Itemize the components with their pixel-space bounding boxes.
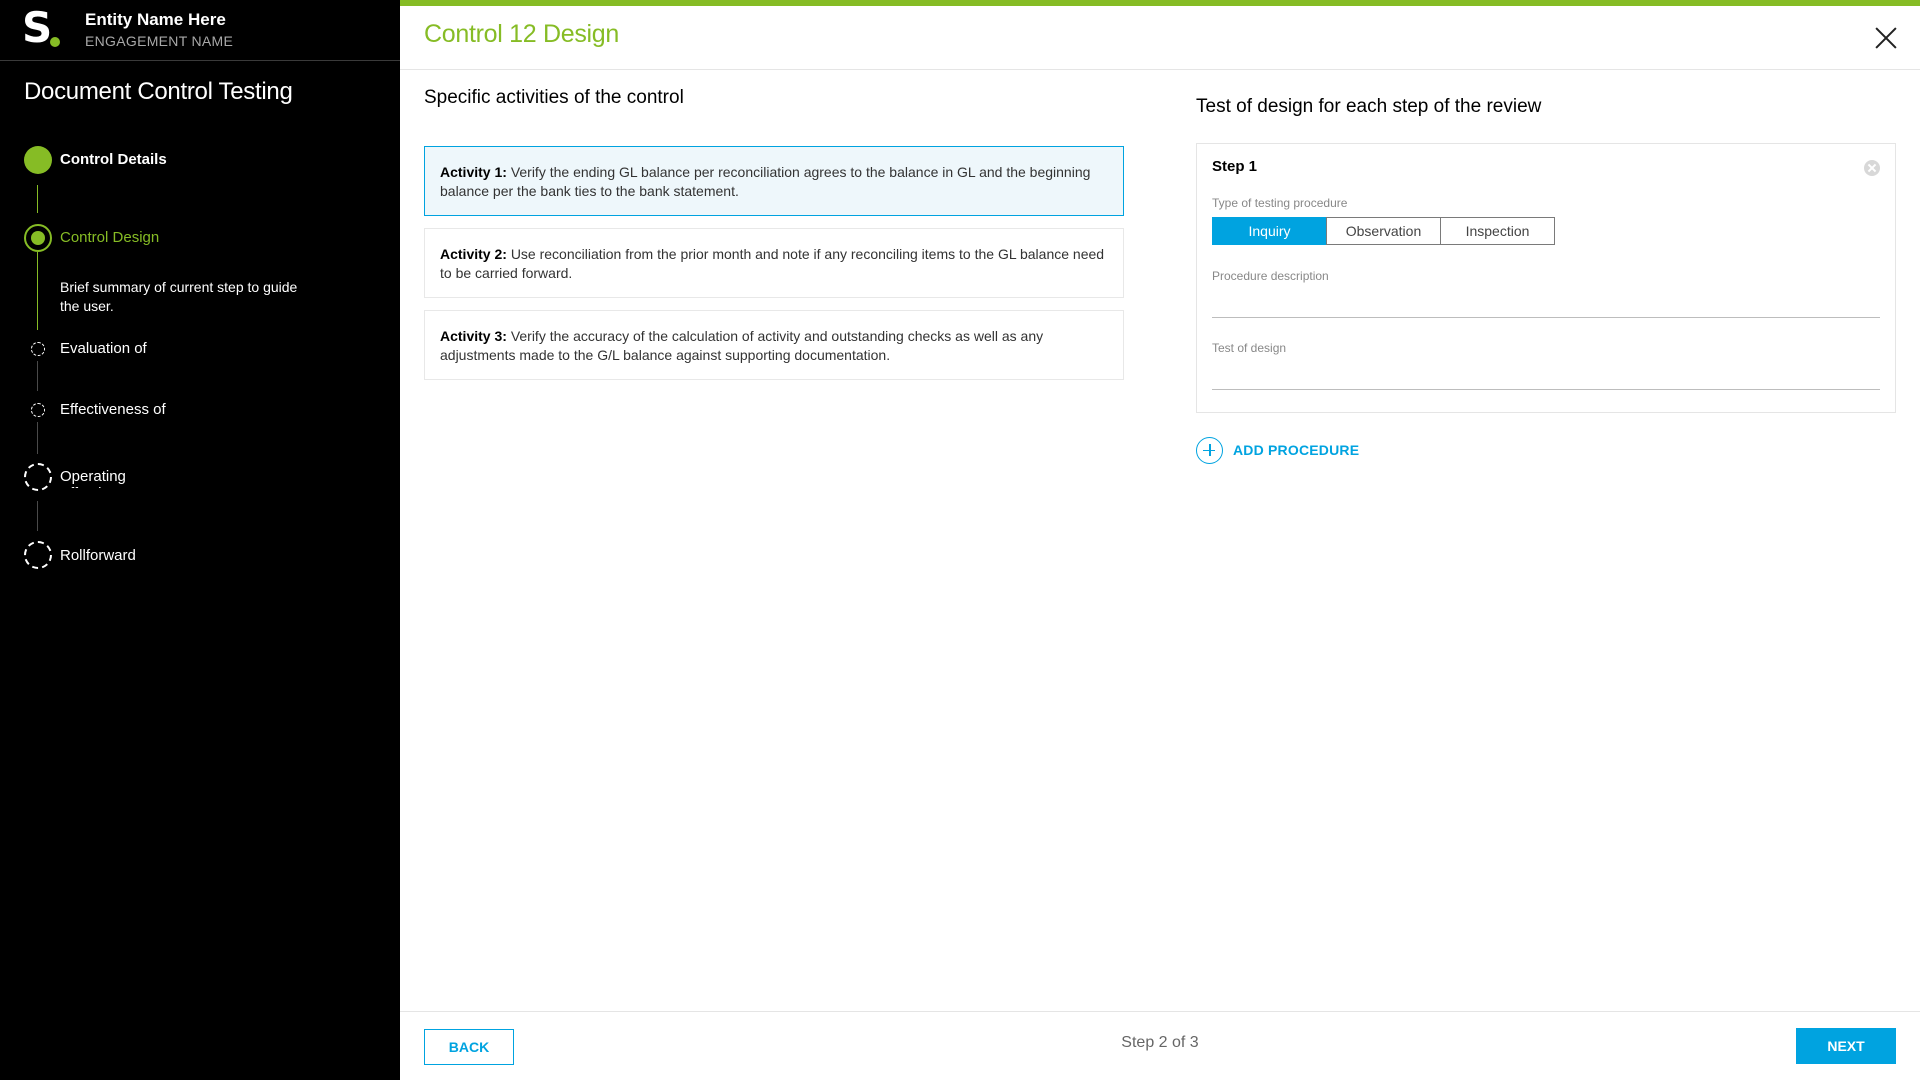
step-label: Effectiveness of bbox=[60, 401, 166, 418]
step-label: Control Details bbox=[60, 151, 167, 168]
step-current-icon bbox=[24, 224, 52, 252]
type-inspection-button[interactable]: Inspection bbox=[1440, 217, 1555, 245]
activity-card-2[interactable]: Activity 2: Use reconciliation from the … bbox=[424, 228, 1124, 298]
activity-label: Activity 1: bbox=[440, 164, 507, 180]
step-connector bbox=[37, 252, 38, 330]
step-label: Operating Effectiveness bbox=[60, 468, 149, 488]
step-pending-icon bbox=[31, 342, 45, 356]
brand-header: S Entity Name Here ENGAGEMENT NAME bbox=[0, 0, 400, 61]
activity-text: Use reconciliation from the prior month … bbox=[440, 246, 1105, 281]
activity-card-3[interactable]: Activity 3: Verify the accuracy of the c… bbox=[424, 310, 1124, 380]
step-summary: Brief summary of current step to guide t… bbox=[60, 279, 298, 314]
step-card-title: Step 1 bbox=[1212, 158, 1258, 175]
next-button[interactable]: NEXT bbox=[1796, 1028, 1896, 1064]
procedure-description-input[interactable] bbox=[1212, 287, 1880, 317]
add-procedure-label: ADD PROCEDURE bbox=[1233, 442, 1360, 458]
type-inquiry-button[interactable]: Inquiry bbox=[1212, 217, 1327, 245]
footer-bar: Step 2 of 3 BACK NEXT bbox=[400, 1011, 1920, 1080]
step-connector bbox=[37, 361, 38, 391]
step-label: Rollforward bbox=[60, 547, 136, 564]
procedure-description-underline bbox=[1212, 317, 1880, 318]
step-pending-icon bbox=[24, 463, 52, 491]
step-pending-icon bbox=[31, 403, 45, 417]
activities-title: Specific activities of the control bbox=[424, 87, 684, 108]
step-connector bbox=[37, 501, 38, 531]
test-design-title: Test of design for each step of the revi… bbox=[1196, 96, 1542, 117]
main-content: Control 12 Design Specific activities of… bbox=[400, 0, 1920, 1080]
step-label: Evaluation of bbox=[60, 340, 147, 357]
activity-text: Verify the accuracy of the calculation o… bbox=[440, 328, 1044, 363]
remove-step-icon[interactable] bbox=[1864, 160, 1880, 176]
step-pending-icon bbox=[24, 541, 52, 569]
logo: S bbox=[22, 3, 53, 52]
test-of-design-input[interactable] bbox=[1212, 359, 1880, 389]
activity-text: Verify the ending GL balance per reconci… bbox=[440, 164, 1091, 199]
logo-dot-icon bbox=[50, 37, 60, 47]
step-connector bbox=[37, 185, 38, 213]
activity-label: Activity 3: bbox=[440, 328, 507, 344]
page-title: Control 12 Design bbox=[424, 20, 620, 48]
sidebar: S Entity Name Here ENGAGEMENT NAME Docum… bbox=[0, 0, 400, 1080]
activity-label: Activity 2: bbox=[440, 246, 507, 262]
step-connector bbox=[37, 422, 38, 454]
test-of-design-underline bbox=[1212, 389, 1880, 390]
test-of-design-label: Test of design bbox=[1212, 341, 1287, 355]
close-icon[interactable] bbox=[1874, 26, 1898, 50]
plus-circle-icon bbox=[1196, 436, 1223, 464]
testing-type-label: Type of testing procedure bbox=[1212, 196, 1348, 210]
testing-type-segmented: Inquiry Observation Inspection bbox=[1212, 217, 1555, 245]
sidebar-title: Document Control Testing bbox=[24, 78, 293, 105]
page-header: Control 12 Design bbox=[400, 6, 1920, 70]
entity-name: Entity Name Here bbox=[85, 10, 226, 29]
step-complete-icon bbox=[24, 146, 52, 174]
procedure-description-label: Procedure description bbox=[1212, 269, 1329, 283]
app-window: S Entity Name Here ENGAGEMENT NAME Docum… bbox=[0, 0, 1920, 1080]
procedure-step-card: Step 1 Type of testing procedure Inquiry… bbox=[1196, 143, 1896, 413]
activity-card-1[interactable]: Activity 1: Verify the ending GL balance… bbox=[424, 146, 1124, 216]
step-indicator: Step 2 of 3 bbox=[1121, 1034, 1199, 1051]
step-label: Control Design bbox=[60, 229, 160, 246]
engagement-name: ENGAGEMENT NAME bbox=[85, 33, 234, 49]
add-procedure-button[interactable]: ADD PROCEDURE bbox=[1196, 436, 1359, 464]
type-observation-button[interactable]: Observation bbox=[1326, 217, 1441, 245]
back-button[interactable]: BACK bbox=[424, 1029, 514, 1065]
